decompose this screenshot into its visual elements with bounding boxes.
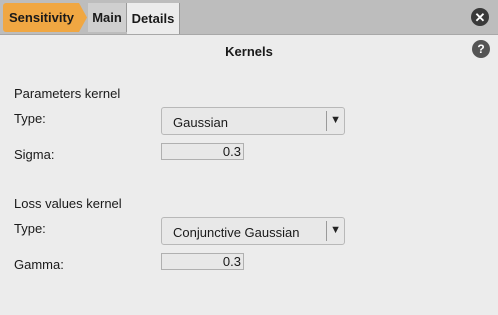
loss-type-value: Conjunctive Gaussian bbox=[173, 225, 300, 240]
tab-details[interactable]: Details bbox=[127, 3, 180, 34]
gamma-label: Gamma: bbox=[14, 257, 64, 272]
params-type-value: Gaussian bbox=[173, 115, 228, 130]
close-icon: ✕ bbox=[474, 9, 486, 25]
sigma-input[interactable]: 0.3 bbox=[161, 143, 244, 160]
panel-title: Kernels bbox=[225, 44, 273, 59]
chevron-down-icon: ▼ bbox=[330, 224, 341, 236]
params-type-select[interactable]: Gaussian ▼ bbox=[161, 107, 345, 135]
params-type-label: Type: bbox=[14, 111, 46, 126]
select-divider bbox=[326, 221, 327, 241]
close-button[interactable]: ✕ bbox=[471, 8, 489, 26]
select-divider bbox=[326, 111, 327, 131]
chevron-down-icon: ▼ bbox=[330, 114, 341, 126]
tab-main[interactable]: Main bbox=[88, 3, 127, 32]
gamma-input[interactable]: 0.3 bbox=[161, 253, 244, 270]
loss-type-label: Type: bbox=[14, 221, 46, 236]
tab-sensitivity-label: Sensitivity bbox=[9, 10, 75, 25]
tab-bar: Sensitivity Main Details ✕ bbox=[0, 0, 498, 35]
sigma-label: Sigma: bbox=[14, 147, 55, 162]
loss-values-kernel-heading: Loss values kernel bbox=[14, 196, 122, 211]
loss-type-select[interactable]: Conjunctive Gaussian ▼ bbox=[161, 217, 345, 245]
parameters-kernel-heading: Parameters kernel bbox=[14, 86, 121, 101]
help-icon: ? bbox=[477, 42, 485, 56]
tab-main-label: Main bbox=[92, 10, 122, 25]
help-button[interactable]: ? bbox=[472, 40, 490, 58]
tab-sensitivity[interactable]: Sensitivity bbox=[3, 3, 87, 32]
tab-details-label: Details bbox=[131, 11, 175, 26]
